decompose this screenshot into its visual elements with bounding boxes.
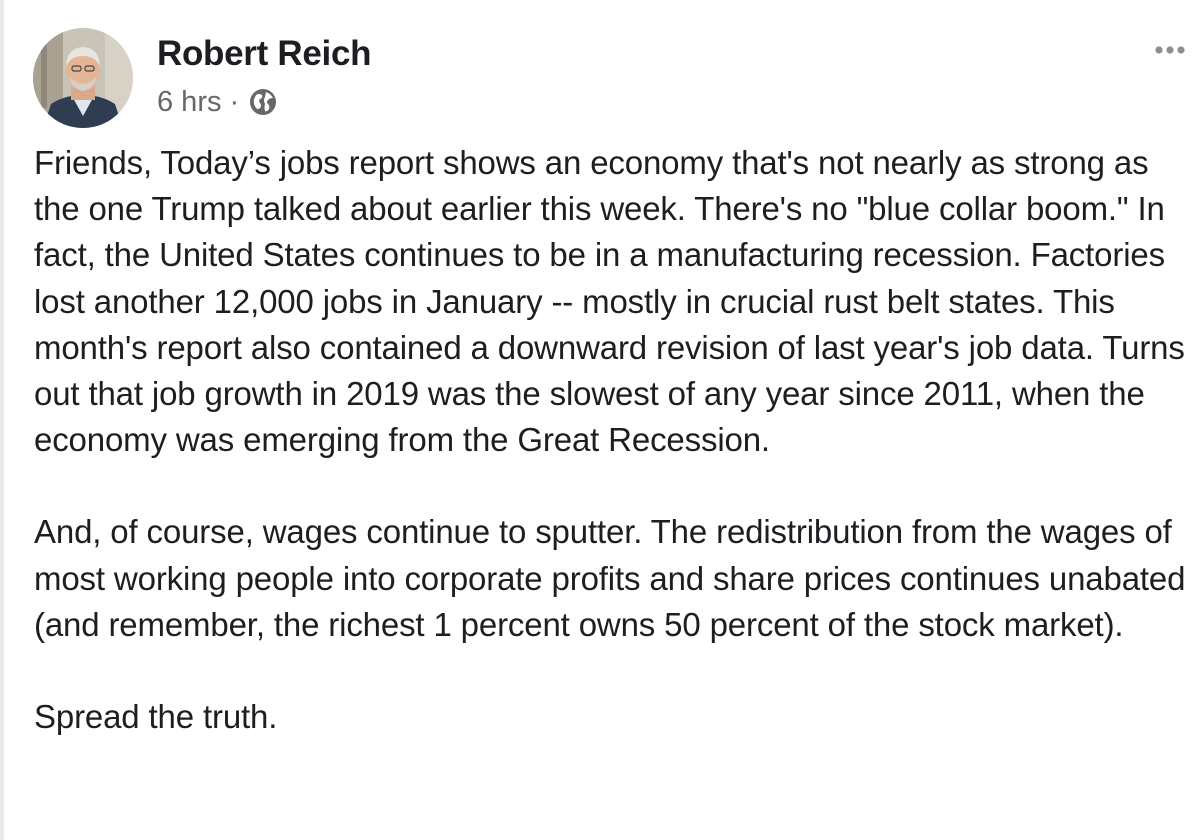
post-meta: 6 hrs · (157, 84, 278, 120)
post-body: Friends, Today’s jobs report shows an ec… (34, 140, 1189, 740)
avatar-image (33, 28, 133, 128)
more-options-icon[interactable] (1150, 36, 1190, 64)
post-timestamp[interactable]: 6 hrs (157, 86, 221, 119)
post-paragraph: Spread the truth. (34, 698, 278, 736)
left-divider (0, 0, 4, 840)
author-name[interactable]: Robert Reich (157, 32, 372, 76)
post-paragraph: Friends, Today’s jobs report shows an ec… (34, 144, 1194, 459)
facebook-post: Robert Reich 6 hrs · Friends, Today’s jo… (0, 0, 1195, 840)
author-avatar[interactable] (33, 28, 133, 128)
post-paragraph: And, of course, wages continue to sputte… (34, 513, 1195, 643)
meta-separator: · (229, 85, 240, 118)
globe-icon[interactable] (248, 87, 278, 117)
